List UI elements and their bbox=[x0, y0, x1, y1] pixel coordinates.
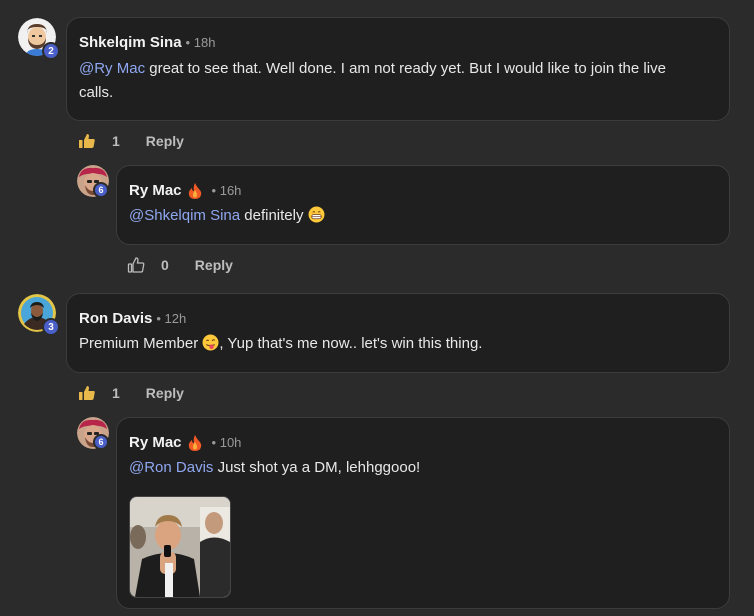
reply-button[interactable]: Reply bbox=[146, 133, 184, 149]
thumbs-up-icon[interactable] bbox=[78, 384, 96, 402]
avatar-ron-davis[interactable]: 3 bbox=[18, 294, 60, 336]
winking-tongue-emoji-icon bbox=[202, 334, 219, 351]
comment-bubble: Shkelqim Sina • 18h @Ry Mac great to see… bbox=[66, 17, 730, 121]
fire-icon bbox=[188, 182, 201, 199]
reply-time: • 16h bbox=[211, 183, 242, 198]
level-badge: 6 bbox=[93, 182, 109, 198]
gif-attachment[interactable] bbox=[129, 496, 231, 598]
reply-bubble: Ry Mac • 10h @Ron Davis Just shot ya a D… bbox=[116, 417, 730, 609]
reply-button[interactable]: Reply bbox=[195, 257, 233, 273]
fire-icon bbox=[188, 434, 201, 451]
reply-text: @Shkelqim Sina definitely bbox=[129, 204, 325, 228]
mention-link[interactable]: @Shkelqim Sina bbox=[129, 207, 240, 224]
comment-bubble: Ron Davis • 12h Premium Member , Yup tha… bbox=[66, 293, 730, 373]
reply-text: @Ron Davis Just shot ya a DM, lehhggooo! bbox=[129, 459, 421, 476]
comment-time: • 12h bbox=[156, 311, 187, 326]
reply-author[interactable]: Ry Mac bbox=[129, 434, 182, 451]
mention-link[interactable]: @Ry Mac bbox=[79, 60, 145, 77]
thumbs-up-icon[interactable] bbox=[78, 132, 96, 150]
comment-author[interactable]: Shkelqim Sina bbox=[79, 34, 182, 51]
comment-text: Premium Member , Yup that's me now.. let… bbox=[79, 334, 483, 352]
reply-actions: 0 Reply bbox=[127, 256, 233, 274]
thumbs-up-outline-icon[interactable] bbox=[127, 256, 145, 274]
like-count: 1 bbox=[112, 133, 120, 149]
like-count: 1 bbox=[112, 385, 120, 401]
level-badge: 2 bbox=[42, 42, 60, 60]
level-badge: 3 bbox=[42, 318, 60, 336]
comment-time: • 18h bbox=[185, 35, 216, 50]
mention-link[interactable]: @Ron Davis bbox=[129, 459, 213, 476]
avatar-shkelqim[interactable]: 2 bbox=[18, 18, 60, 60]
like-count: 0 bbox=[161, 257, 169, 273]
comment-actions: 1 Reply bbox=[78, 132, 184, 150]
comment-actions: 1 Reply bbox=[78, 384, 184, 402]
reply-bubble: Ry Mac • 16h @Shkelqim Sina definitely bbox=[116, 165, 730, 245]
reply-author[interactable]: Ry Mac bbox=[129, 182, 182, 199]
avatar-ry-mac[interactable]: 6 bbox=[77, 417, 117, 457]
reply-button[interactable]: Reply bbox=[146, 385, 184, 401]
comment-text: @Ry Mac great to see that. Well done. I … bbox=[79, 60, 666, 101]
comment-author[interactable]: Ron Davis bbox=[79, 310, 152, 327]
avatar-ry-mac[interactable]: 6 bbox=[77, 165, 117, 205]
reply-time: • 10h bbox=[211, 435, 242, 450]
grinning-emoji-icon bbox=[308, 206, 325, 223]
level-badge: 6 bbox=[93, 434, 109, 450]
